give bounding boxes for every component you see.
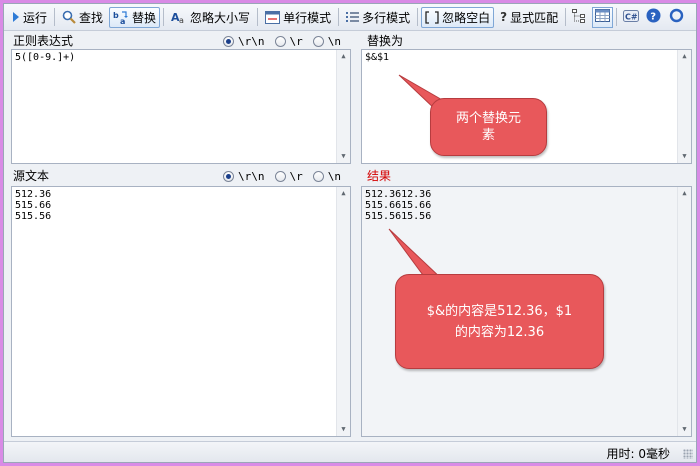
callout-bottom-line: 的内容为12.36	[454, 324, 545, 340]
callout-replacement-elements: 两个替换元 素	[430, 98, 547, 156]
callout-bottom-line: $&的内容是512.36，$1	[426, 303, 573, 319]
callout-capture-explanation: $&的内容是512.36，$1 的内容为12.36	[395, 274, 604, 369]
callout-top-line: 两个替换元	[455, 111, 521, 126]
callout-pointers	[388, 74, 445, 291]
status-bar: 用时: 0毫秒	[4, 441, 696, 462]
regex-tester-window: 运行 查找 ba 替换 Aa 忽略大小写 单行模式 多行模式 忽略空白 ? 显式…	[3, 3, 697, 463]
elapsed-time: 用时: 0毫秒	[606, 447, 671, 461]
callout-top-line: 素	[481, 128, 495, 143]
resize-grip-icon[interactable]	[683, 449, 693, 459]
